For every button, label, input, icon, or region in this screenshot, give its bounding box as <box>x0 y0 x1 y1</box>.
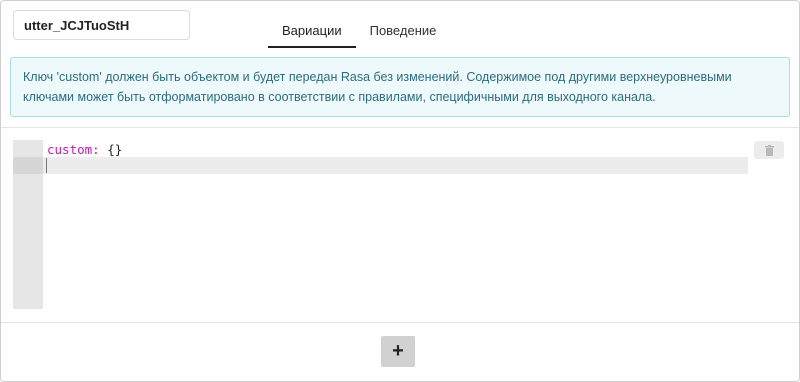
yaml-value: {} <box>99 142 123 157</box>
tab-variations[interactable]: Вариации <box>268 14 356 48</box>
text-cursor <box>46 158 47 173</box>
response-name-input[interactable] <box>13 10 190 40</box>
delete-variation-button[interactable] <box>754 141 784 159</box>
add-variation-button[interactable]: + <box>381 336 415 367</box>
tab-behavior[interactable]: Поведение <box>356 14 451 48</box>
info-message: Ключ 'custom' должен быть объектом и буд… <box>10 57 790 117</box>
divider-bottom <box>1 322 799 323</box>
divider-top <box>1 127 799 128</box>
trash-icon <box>764 144 774 156</box>
code-editor[interactable]: custom: {} <box>13 140 748 309</box>
code-line-1: custom: {} <box>47 141 122 158</box>
tab-bar: Вариации Поведение <box>268 14 450 48</box>
yaml-key: custom: <box>47 142 100 157</box>
active-line-highlight <box>43 157 748 174</box>
gutter-active-line <box>13 157 43 174</box>
plus-icon: + <box>392 340 404 362</box>
